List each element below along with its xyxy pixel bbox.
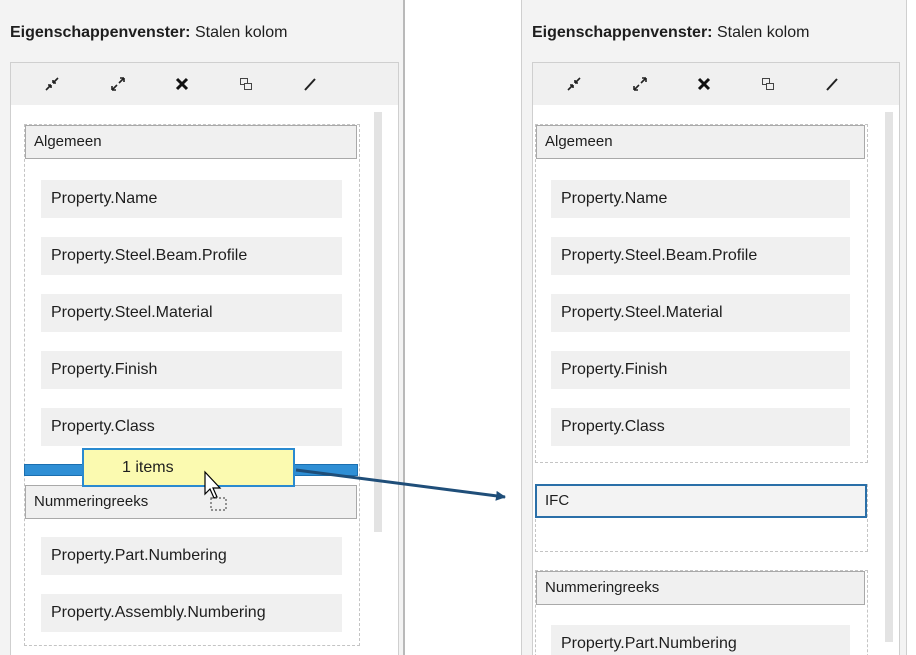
collapse-icon[interactable]	[563, 73, 585, 95]
scrollbar[interactable]	[374, 112, 382, 532]
panel-toolbar	[532, 62, 900, 106]
edit-icon[interactable]	[299, 73, 321, 95]
copy-icon[interactable]	[235, 73, 257, 95]
list-item[interactable]: Property.Steel.Beam.Profile	[41, 237, 342, 275]
delete-icon[interactable]	[693, 73, 715, 95]
list-item[interactable]: Property.Name	[41, 180, 342, 218]
panel-toolbar	[10, 62, 399, 106]
group-header-ifc[interactable]: IFC	[535, 484, 867, 518]
list-item[interactable]: Property.Assembly.Numbering	[41, 594, 342, 632]
list-item[interactable]: Property.Part.Numbering	[41, 537, 342, 575]
expand-icon[interactable]	[629, 73, 651, 95]
list-item[interactable]: Property.Class	[41, 408, 342, 446]
edit-icon[interactable]	[821, 73, 843, 95]
expand-icon[interactable]	[107, 73, 129, 95]
list-item[interactable]: Property.Steel.Material	[551, 294, 850, 332]
properties-panel-after: Eigenschappenvenster: Stalen kolom Algem…	[521, 0, 907, 655]
drag-tooltip: 1 items	[82, 448, 295, 487]
drag-cursor-icon	[204, 470, 227, 511]
copy-icon[interactable]	[757, 73, 779, 95]
properties-panel-before: Eigenschappenvenster: Stalen kolom Algem…	[0, 0, 405, 655]
panel-title: Eigenschappenvenster: Stalen kolom	[532, 24, 810, 41]
delete-icon[interactable]	[171, 73, 193, 95]
list-item[interactable]: Property.Finish	[41, 351, 342, 389]
group-header[interactable]: Algemeen	[536, 125, 865, 159]
panel-title: Eigenschappenvenster: Stalen kolom	[10, 24, 288, 41]
group-header[interactable]: Algemeen	[25, 125, 357, 159]
list-item[interactable]: Property.Class	[551, 408, 850, 446]
scrollbar[interactable]	[885, 112, 893, 642]
collapse-icon[interactable]	[41, 73, 63, 95]
list-item[interactable]: Property.Finish	[551, 351, 850, 389]
group-header[interactable]: Nummeringreeks	[25, 485, 357, 519]
list-item[interactable]: Property.Part.Numbering	[551, 625, 850, 655]
list-item[interactable]: Property.Steel.Beam.Profile	[551, 237, 850, 275]
list-item[interactable]: Property.Steel.Material	[41, 294, 342, 332]
group-header[interactable]: Nummeringreeks	[536, 571, 865, 605]
list-item[interactable]: Property.Name	[551, 180, 850, 218]
